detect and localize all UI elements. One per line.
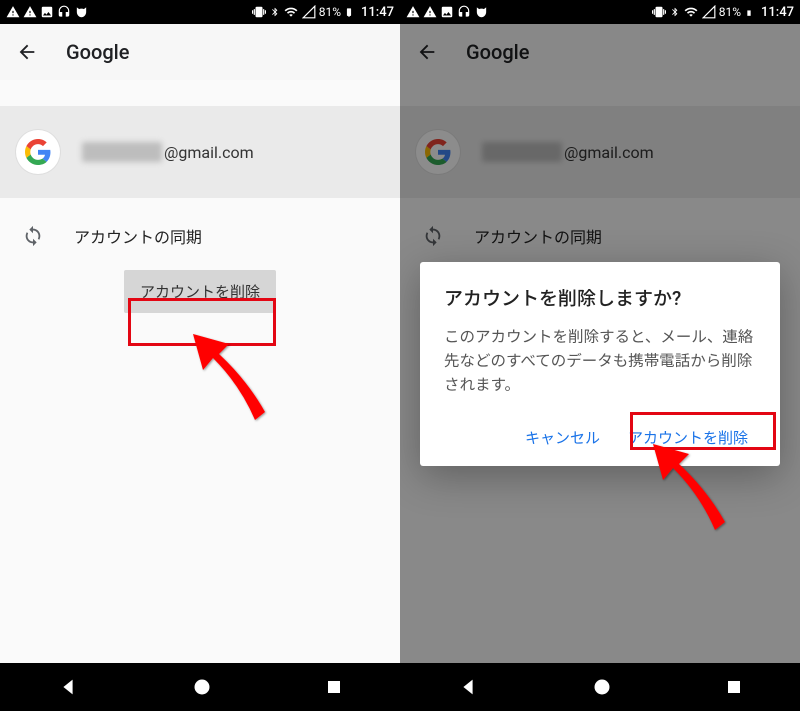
account-email: @gmail.com <box>482 142 654 162</box>
phone-left: 81% 11:47 Google @gmail.com アカウントの同期 アカウ… <box>0 0 400 711</box>
google-logo-icon <box>416 130 460 174</box>
headphones-icon <box>57 5 71 19</box>
account-row: @gmail.com <box>400 106 800 198</box>
sync-row: アカウントの同期 <box>400 198 800 260</box>
clock-time: 11:47 <box>361 5 394 20</box>
warning-icon <box>23 5 37 19</box>
sync-icon <box>422 225 444 247</box>
nav-back-icon[interactable] <box>457 676 479 698</box>
vibrate-icon <box>251 5 267 19</box>
status-bar: 81% 11:47 <box>400 0 800 24</box>
nav-home-icon[interactable] <box>192 677 212 697</box>
vibrate-icon <box>651 5 667 19</box>
back-arrow-icon[interactable] <box>16 41 38 63</box>
page-title: Google <box>466 40 529 64</box>
sync-label: アカウントの同期 <box>474 224 602 248</box>
wifi-icon <box>683 5 699 19</box>
dialog-cancel-button[interactable]: キャンセル <box>517 419 608 456</box>
sync-icon <box>22 225 44 247</box>
dialog-confirm-button[interactable]: アカウントを削除 <box>620 419 756 456</box>
battery-icon <box>344 5 354 20</box>
phone-right: 81% 11:47 Google @gmail.com アカウントの同期 アカウ… <box>400 0 800 711</box>
nav-home-icon[interactable] <box>592 677 612 697</box>
battery-icon <box>744 5 754 20</box>
email-suffix: @gmail.com <box>564 143 654 162</box>
signal-icon <box>702 5 716 19</box>
image-icon <box>40 5 54 19</box>
sync-label: アカウントの同期 <box>74 224 202 248</box>
signal-icon <box>302 5 316 19</box>
email-redacted <box>82 142 162 162</box>
warning-icon <box>423 5 437 19</box>
delete-account-button[interactable]: アカウントを削除 <box>124 270 276 313</box>
nav-recent-icon[interactable] <box>325 678 343 696</box>
account-row[interactable]: @gmail.com <box>0 106 400 198</box>
google-logo-icon <box>16 130 60 174</box>
clock-time: 11:47 <box>761 5 794 20</box>
bluetooth-icon <box>670 5 680 19</box>
dialog-body: このアカウントを削除すると、メール、連絡先などのすべてのデータも携帯電話から削除… <box>444 325 756 397</box>
battery-percent: 81% <box>719 5 741 19</box>
back-arrow-icon[interactable] <box>416 41 438 63</box>
nav-recent-icon[interactable] <box>725 678 743 696</box>
status-bar: 81% 11:47 <box>0 0 400 24</box>
confirm-dialog: アカウントを削除しますか? このアカウントを削除すると、メール、連絡先などのすべ… <box>420 262 780 466</box>
headphones-icon <box>457 5 471 19</box>
cat-icon <box>474 5 489 19</box>
app-bar: Google <box>0 24 400 80</box>
app-bar: Google <box>400 24 800 80</box>
email-redacted <box>482 142 562 162</box>
email-suffix: @gmail.com <box>164 143 254 162</box>
account-email: @gmail.com <box>82 142 254 162</box>
wifi-icon <box>283 5 299 19</box>
battery-percent: 81% <box>319 5 341 19</box>
sync-row[interactable]: アカウントの同期 <box>0 198 400 260</box>
image-icon <box>440 5 454 19</box>
nav-back-icon[interactable] <box>57 676 79 698</box>
annotation-arrow-icon <box>185 330 295 440</box>
nav-bar <box>0 663 400 711</box>
cat-icon <box>74 5 89 19</box>
page-title: Google <box>66 40 129 64</box>
dialog-title: アカウントを削除しますか? <box>444 284 756 311</box>
bluetooth-icon <box>270 5 280 19</box>
nav-bar <box>400 663 800 711</box>
warning-icon <box>406 5 420 19</box>
warning-icon <box>6 5 20 19</box>
